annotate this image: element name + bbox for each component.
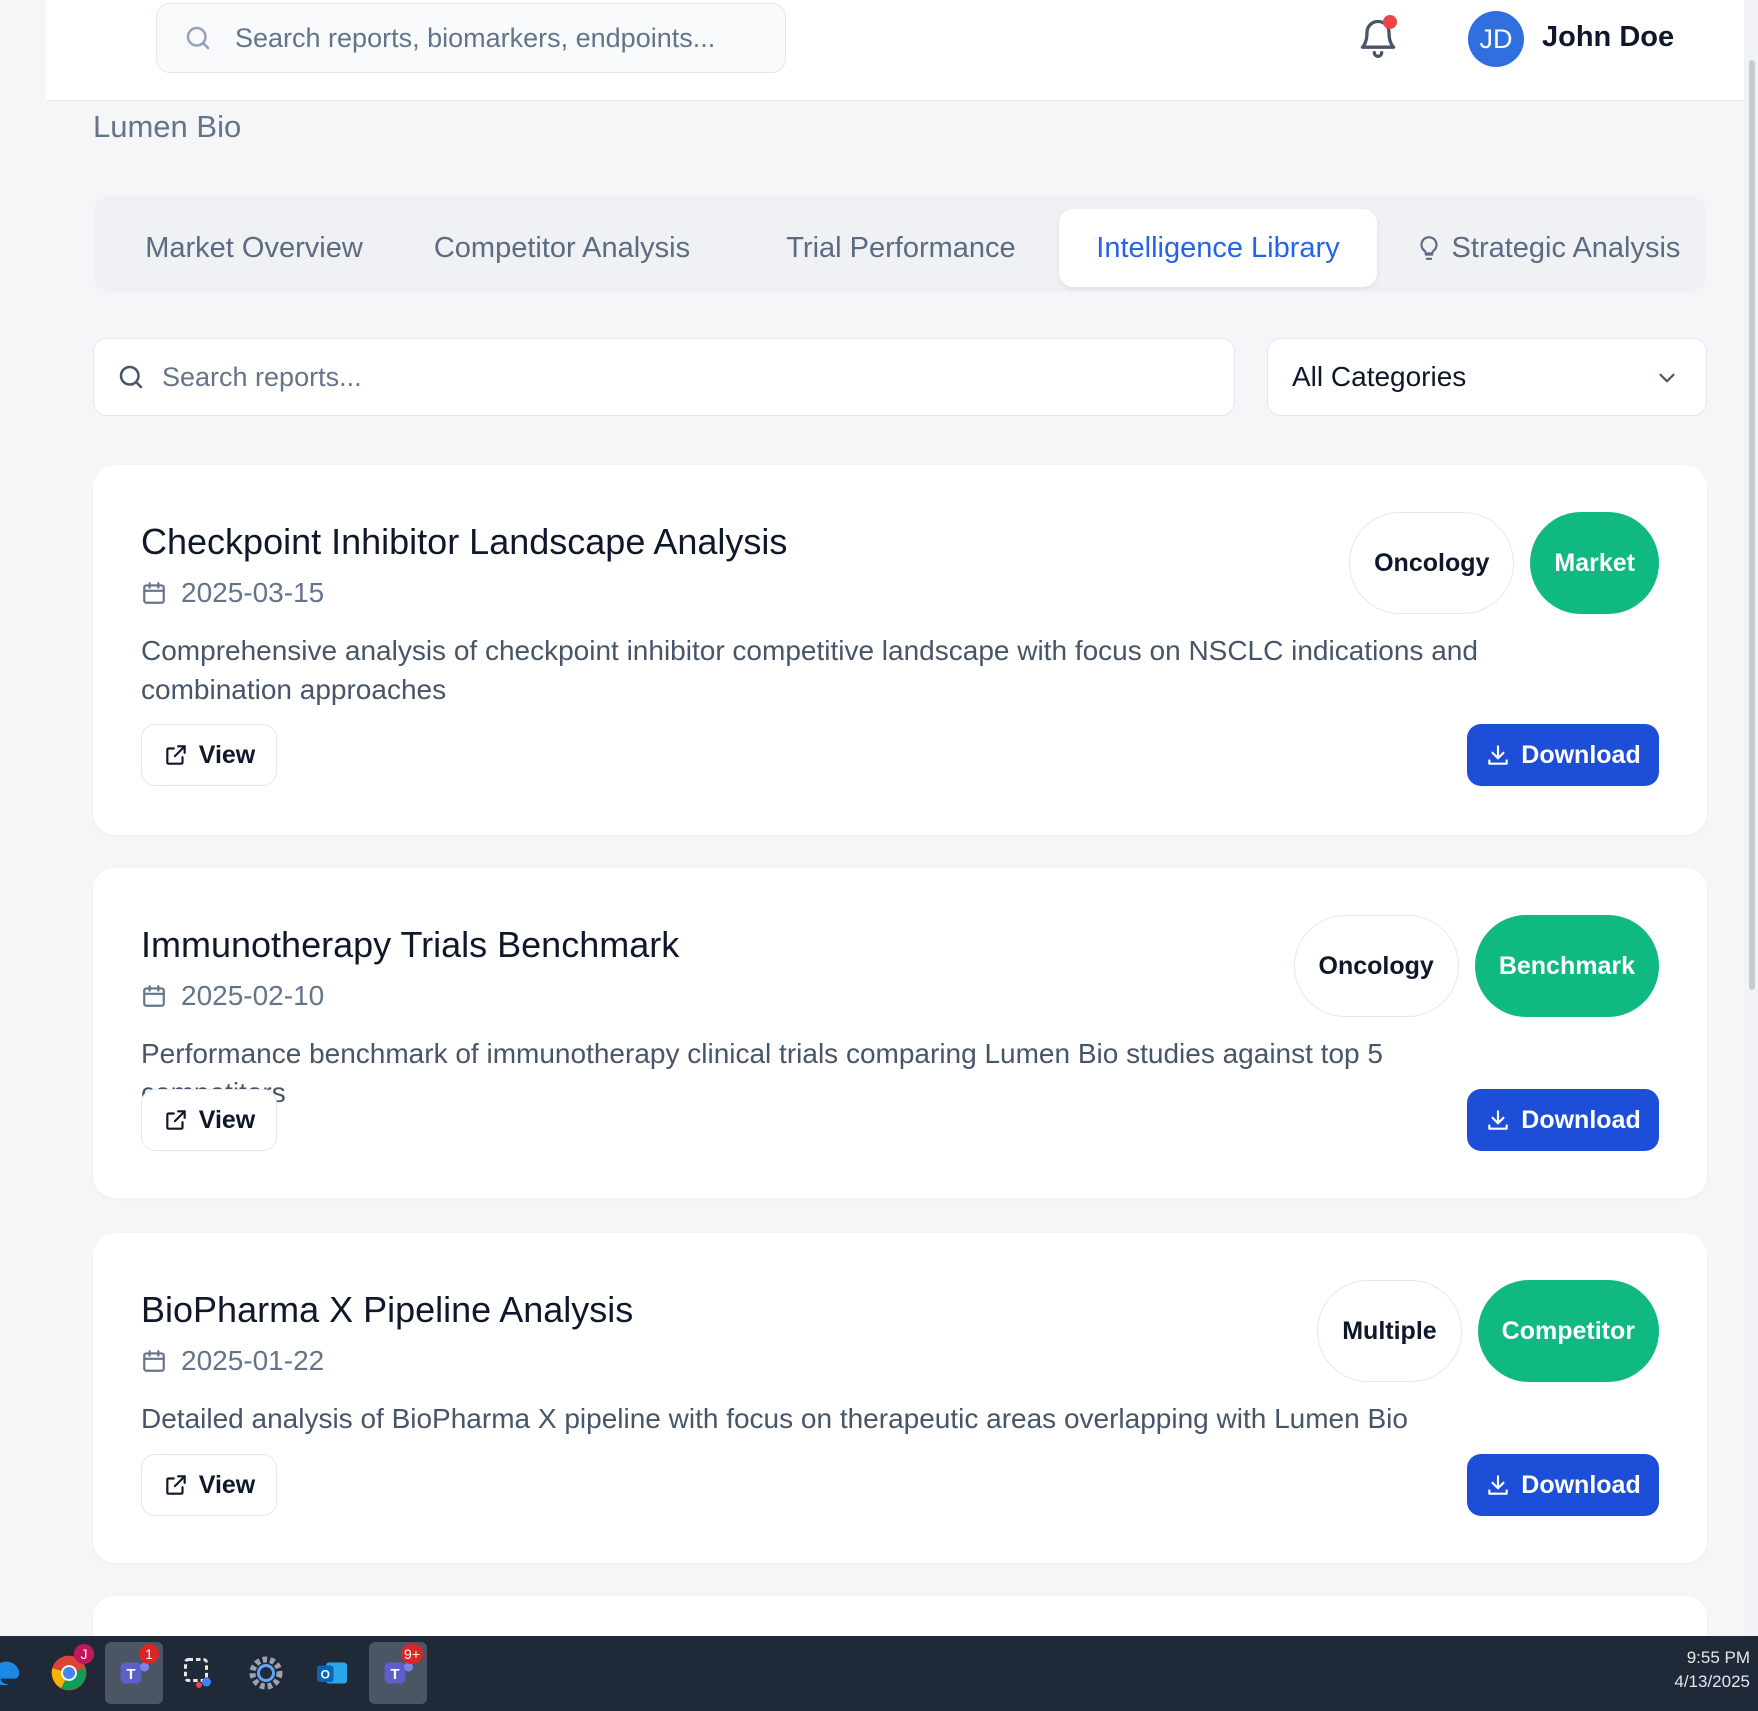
- view-button[interactable]: View: [141, 1454, 277, 1516]
- report-tags: Multiple Competitor: [1317, 1280, 1659, 1382]
- chevron-down-icon: [1659, 373, 1675, 383]
- search-icon: [119, 365, 143, 389]
- tab-intelligence-library[interactable]: Intelligence Library: [1059, 209, 1377, 287]
- report-tags: Oncology Market: [1349, 512, 1659, 614]
- report-date: 2025-03-15: [141, 577, 324, 609]
- svg-text:T: T: [390, 1666, 399, 1683]
- company-name: Lumen Bio: [93, 109, 242, 144]
- svg-text:O: O: [321, 1667, 330, 1681]
- download-icon: [1488, 745, 1509, 765]
- report-date: 2025-01-22: [141, 1345, 324, 1377]
- download-button[interactable]: Download: [1467, 724, 1659, 786]
- view-label: View: [198, 1105, 256, 1134]
- calendar-icon: [143, 985, 165, 1007]
- calendar-icon: [143, 582, 165, 604]
- tab-label: Competitor Analysis: [433, 231, 691, 264]
- category-dropdown[interactable]: All Categories: [1267, 338, 1707, 416]
- report-card: BioPharma X Pipeline Analysis 2025-01-22…: [93, 1233, 1707, 1563]
- os-taskbar: J T 1 O T 9+ 9:55 PM 4/13/2025: [0, 1636, 1758, 1711]
- download-button[interactable]: Download: [1467, 1454, 1659, 1516]
- tab-label: Market Overview: [145, 231, 363, 264]
- teams-icon[interactable]: T 1: [105, 1642, 163, 1704]
- app-window: JD John Doe Lumen Bio Market Overview Co…: [0, 0, 1758, 1711]
- report-description: Detailed analysis of BioPharma X pipelin…: [141, 1403, 1408, 1434]
- report-tags: Oncology Benchmark: [1293, 915, 1659, 1017]
- tab-label: Trial Performance: [786, 231, 1016, 264]
- avatar[interactable]: JD: [1468, 11, 1524, 67]
- view-label: View: [198, 740, 256, 769]
- tab-competitor-analysis[interactable]: Competitor Analysis: [413, 209, 711, 287]
- therapeutic-area-badge: Oncology: [1293, 915, 1459, 1017]
- tab-trial-performance[interactable]: Trial Performance: [781, 209, 1021, 287]
- svg-text:T: T: [126, 1666, 135, 1683]
- download-label: Download: [1521, 1470, 1641, 1499]
- therapeutic-area-badge: Oncology: [1349, 512, 1515, 614]
- top-header: JD John Doe: [46, 0, 1758, 101]
- view-label: View: [198, 1470, 256, 1499]
- chrome-icon[interactable]: J: [40, 1642, 98, 1704]
- download-label: Download: [1521, 740, 1641, 769]
- scrollbar-thumb[interactable]: [1749, 60, 1755, 990]
- global-search-box[interactable]: [156, 3, 786, 73]
- report-type-badge: Benchmark: [1474, 915, 1659, 1017]
- outlook-icon[interactable]: O: [303, 1642, 361, 1704]
- report-search-input[interactable]: [162, 361, 1162, 393]
- report-date: 2025-02-10: [141, 980, 324, 1012]
- report-description: Comprehensive analysis of checkpoint inh…: [141, 635, 1478, 705]
- clock-date: 4/13/2025: [1674, 1672, 1750, 1691]
- external-link-icon: [165, 745, 186, 765]
- report-description: Performance benchmark of immunotherapy c…: [141, 1038, 1383, 1108]
- report-search-box[interactable]: [93, 338, 1235, 416]
- report-title[interactable]: BioPharma X Pipeline Analysis: [141, 1289, 633, 1331]
- report-card: Checkpoint Inhibitor Landscape Analysis …: [93, 465, 1707, 835]
- tab-label: Strategic Analysis: [1451, 231, 1681, 264]
- edge-icon[interactable]: [0, 1642, 34, 1704]
- download-icon: [1488, 1475, 1509, 1495]
- teams-badge: 1: [139, 1644, 159, 1664]
- teams-icon[interactable]: T 9+: [369, 1642, 427, 1704]
- lightbulb-icon: [1419, 236, 1438, 260]
- report-type-badge: Competitor: [1477, 1280, 1659, 1382]
- report-title[interactable]: Immunotherapy Trials Benchmark: [141, 924, 679, 966]
- search-icon: [186, 26, 210, 50]
- download-icon: [1488, 1110, 1509, 1130]
- tab-label: Intelligence Library: [1096, 231, 1340, 264]
- view-button[interactable]: View: [141, 1089, 277, 1151]
- tab-market-overview[interactable]: Market Overview: [129, 209, 379, 287]
- user-name[interactable]: John Doe: [1542, 21, 1674, 54]
- snipping-tool-icon[interactable]: [170, 1642, 228, 1704]
- category-selected-value: All Categories: [1292, 361, 1467, 392]
- tab-bar: Market Overview Competitor Analysis Tria…: [93, 196, 1707, 292]
- view-button[interactable]: View: [141, 724, 277, 786]
- settings-icon[interactable]: [237, 1642, 295, 1704]
- therapeutic-area-badge: Multiple: [1317, 1280, 1462, 1382]
- chrome-profile-badge: J: [74, 1644, 94, 1664]
- notification-dot: [1383, 15, 1397, 29]
- report-type-badge: Market: [1530, 512, 1659, 614]
- calendar-icon: [143, 1350, 165, 1372]
- report-date-text: 2025-01-22: [181, 1345, 325, 1376]
- report-date-text: 2025-02-10: [181, 980, 325, 1011]
- report-date-text: 2025-03-15: [181, 577, 325, 608]
- download-button[interactable]: Download: [1467, 1089, 1659, 1151]
- external-link-icon: [165, 1110, 186, 1130]
- clock-time: 9:55 PM: [1686, 1648, 1750, 1667]
- teams-badge: 9+: [401, 1644, 423, 1664]
- system-clock[interactable]: 9:55 PM 4/13/2025: [1674, 1646, 1750, 1694]
- download-label: Download: [1521, 1105, 1641, 1134]
- external-link-icon: [165, 1475, 186, 1495]
- global-search-input[interactable]: [235, 22, 755, 54]
- page-scrollbar[interactable]: [1744, 0, 1758, 1636]
- report-card: Immunotherapy Trials Benchmark 2025-02-1…: [93, 868, 1707, 1198]
- tab-strategic-analysis[interactable]: Strategic Analysis: [1403, 209, 1693, 287]
- report-title[interactable]: Checkpoint Inhibitor Landscape Analysis: [141, 521, 787, 563]
